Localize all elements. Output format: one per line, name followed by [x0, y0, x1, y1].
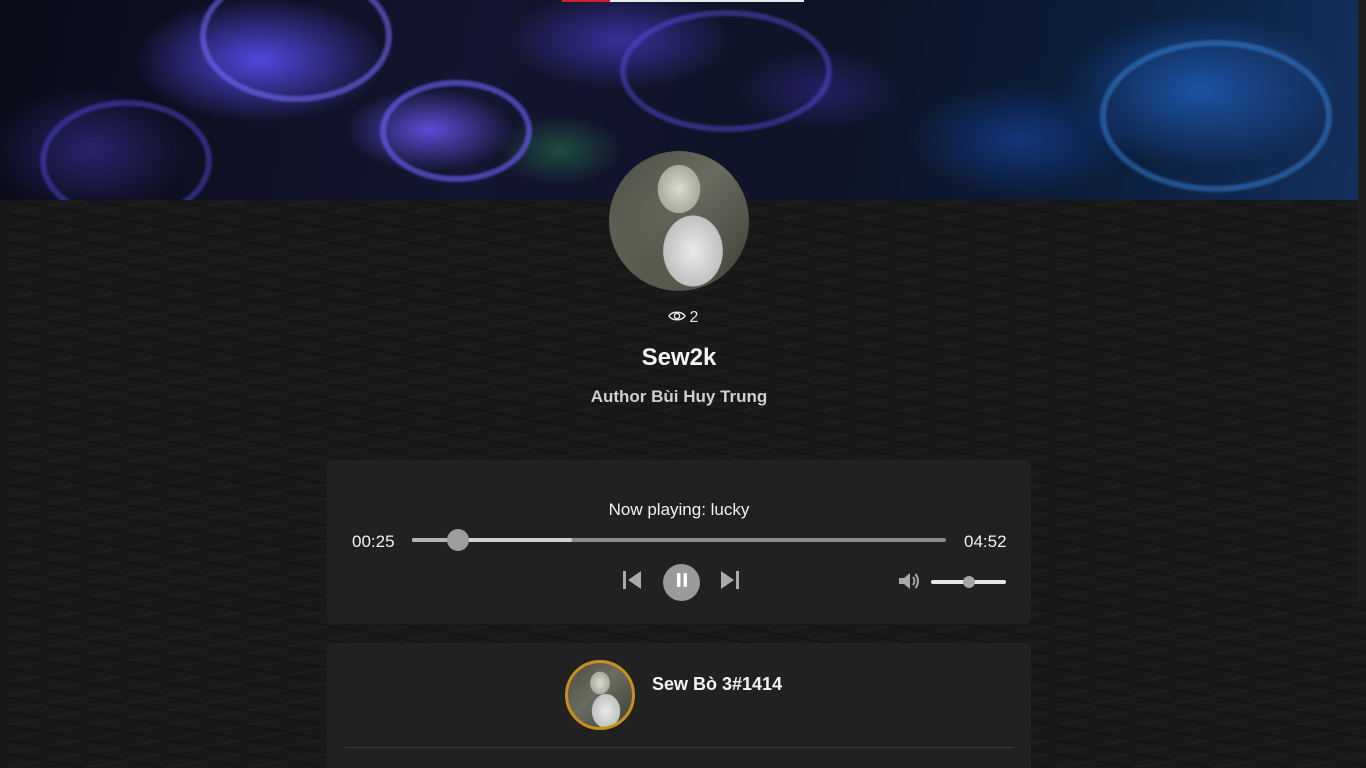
music-player: Now playing: lucky 00:25 04:52 — [327, 460, 1031, 624]
banner-swirl — [200, 0, 392, 102]
top-progress-accent — [562, 0, 610, 2]
previous-track-button[interactable] — [620, 569, 644, 595]
banner-swirl — [620, 10, 832, 132]
card-divider — [345, 747, 1013, 748]
page: 2 Sew2k Author Bùi Huy Trung Now playing… — [0, 0, 1366, 768]
banner-swirl — [1100, 40, 1332, 192]
volume-slider[interactable] — [931, 576, 1006, 588]
seek-thumb[interactable] — [446, 529, 469, 551]
eye-icon — [667, 309, 686, 327]
now-playing-label: Now playing: lucky — [608, 500, 750, 519]
volume-button[interactable] — [896, 570, 922, 596]
skip-previous-icon — [621, 569, 643, 596]
view-counter: 2 — [0, 309, 1366, 327]
view-count: 2 — [689, 309, 699, 326]
top-progress-indicator — [562, 0, 804, 2]
profile-avatar — [609, 151, 749, 291]
banner-swirl — [40, 100, 212, 200]
scrollbar[interactable] — [1358, 0, 1366, 598]
discord-avatar — [565, 660, 635, 730]
banner-swirl — [380, 80, 532, 182]
skip-next-icon — [719, 569, 741, 596]
profile-author: Author Bùi Huy Trung — [590, 387, 768, 406]
current-time: 00:25 — [352, 532, 395, 551]
discord-username: Sew Bò 3#1414 — [652, 674, 783, 694]
profile-title: Sew2k — [641, 344, 717, 371]
next-track-button[interactable] — [718, 569, 742, 595]
play-pause-button[interactable] — [663, 564, 700, 601]
volume-icon — [897, 570, 921, 597]
discord-profile-card: Sew Bò 3#1414 — [327, 643, 1031, 768]
volume-thumb[interactable] — [962, 576, 975, 588]
total-time: 04:52 — [964, 532, 1007, 551]
seek-bar[interactable] — [412, 529, 946, 551]
pause-icon — [675, 572, 689, 593]
